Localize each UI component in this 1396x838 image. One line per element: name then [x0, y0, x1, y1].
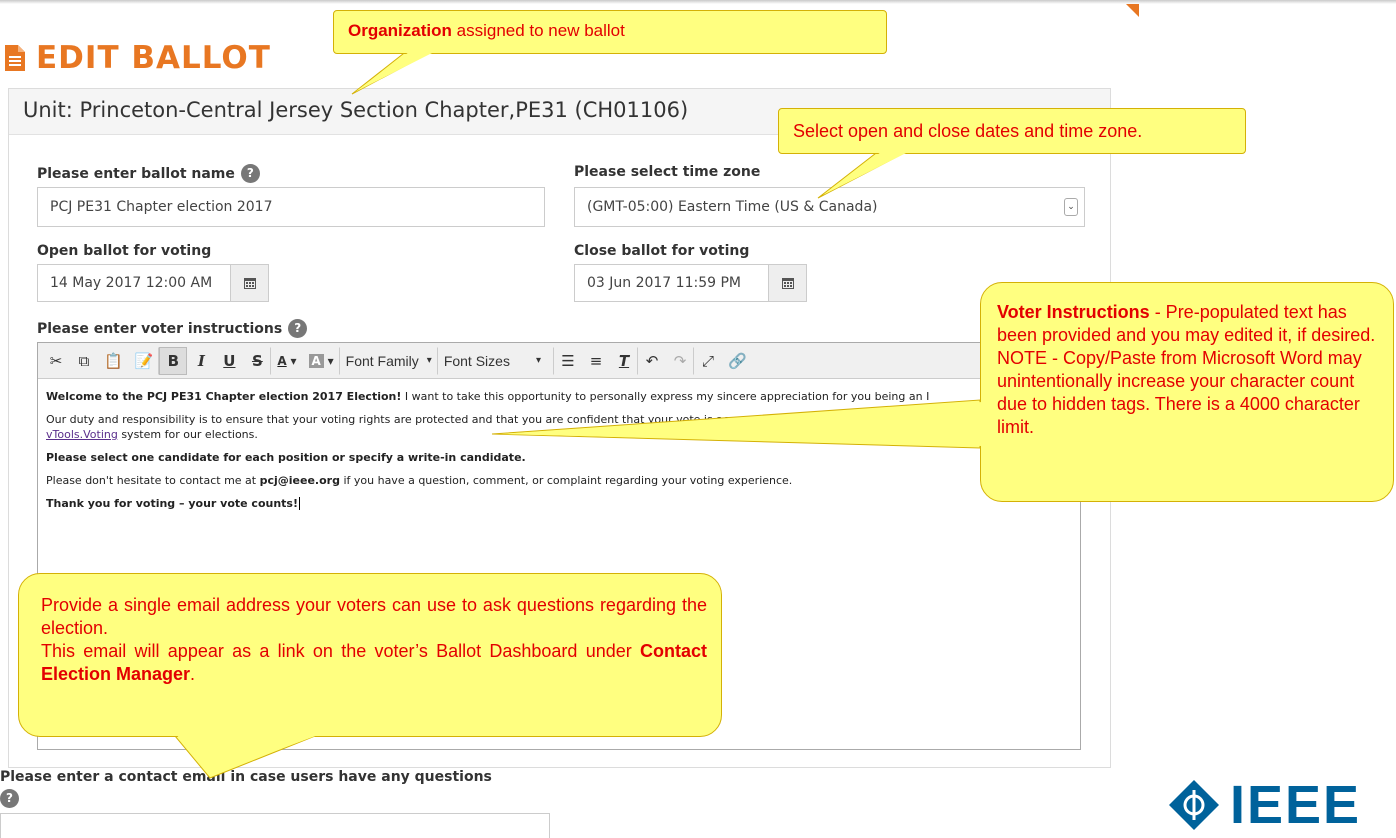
voter-callout: Voter Instructions - Pre-populated text …	[980, 282, 1394, 502]
calendar-icon	[781, 278, 794, 289]
voter-callout-bold: Voter Instructions	[997, 302, 1150, 322]
email-callout-line1: Provide a single email address your vote…	[41, 595, 707, 638]
select-bold: Please select one candidate for each pos…	[46, 451, 526, 464]
undo-icon[interactable]: ↶	[638, 347, 666, 375]
calendar-icon	[243, 278, 256, 289]
page-title-text: EDIT BALLOT	[36, 40, 271, 76]
contact-label-text: Please enter a contact email in case use…	[0, 769, 492, 785]
paste-icon[interactable]: 📋	[98, 347, 129, 375]
timezone-select[interactable]: (GMT-05:00) Eastern Time (US & Canada) ⌄	[574, 187, 1085, 227]
close-calendar-button[interactable]	[769, 264, 807, 302]
document-icon	[4, 44, 26, 72]
welcome-bold: Welcome to the PCJ PE31 Chapter election…	[46, 390, 402, 403]
text-color-button[interactable]: A ▾	[271, 347, 302, 375]
ballot-name-value: PCJ PE31 Chapter election 2017	[50, 199, 273, 215]
background-color-button[interactable]: A ▾	[303, 346, 340, 375]
ieee-logo-text: IEEE	[1230, 775, 1362, 835]
contact-pre: Please don't hesitate to contact me at	[46, 474, 260, 487]
fullscreen-icon[interactable]: ⤢	[694, 347, 722, 375]
ieee-logo: IEEE	[1168, 778, 1361, 832]
vtools-link[interactable]: vTools.Voting	[46, 428, 118, 441]
contact-email: pcj@ieee.org	[259, 474, 340, 487]
thanks-paragraph: Thank you for voting – your vote counts!	[46, 496, 1072, 511]
open-date-label-text: Open ballot for voting	[37, 243, 212, 259]
help-icon[interactable]: ?	[240, 164, 260, 183]
clear-format-icon[interactable]: T	[610, 346, 638, 375]
contact-email-input[interactable]	[0, 813, 550, 838]
duty-paragraph: Our duty and responsibility is to ensure…	[46, 412, 1072, 442]
timezone-label-text: Please select time zone	[574, 164, 761, 180]
help-icon[interactable]: ?	[0, 789, 19, 808]
font-sizes-dropdown[interactable]: Font Sizes ▾	[438, 346, 554, 375]
select-paragraph: Please select one candidate for each pos…	[46, 450, 1072, 465]
contact-post: if you have a question, comment, or comp…	[339, 474, 793, 487]
ballot-name-input[interactable]: PCJ PE31 Chapter election 2017	[37, 187, 545, 227]
contact-paragraph: Please don't hesitate to contact me at p…	[46, 473, 1072, 488]
open-date-label: Open ballot for voting	[37, 243, 211, 259]
email-callout-line2: This email will appear as a link on the …	[41, 641, 640, 661]
thanks-bold: Thank you for voting – your vote counts!	[46, 497, 298, 510]
welcome-rest: I want to take this opportunity to perso…	[401, 390, 930, 403]
help-icon[interactable]: ?	[288, 319, 308, 338]
close-date-label: Close ballot for voting	[574, 243, 749, 259]
paste-word-icon[interactable]: 📝	[129, 346, 160, 375]
email-callout: Provide a single email address your vote…	[18, 573, 722, 737]
italic-button[interactable]: I	[187, 347, 215, 375]
editor-content[interactable]: Welcome to the PCJ PE31 Chapter election…	[38, 379, 1080, 529]
link-icon[interactable]: 🔗	[722, 347, 753, 375]
ballot-name-label-text: Please enter ballot name	[37, 165, 235, 182]
copy-icon[interactable]: ⧉	[70, 347, 98, 375]
ieee-diamond-icon	[1169, 780, 1219, 830]
underline-button[interactable]: U	[215, 347, 243, 375]
numbered-list-icon[interactable]: ≡	[582, 347, 610, 375]
ballot-name-label: Please enter ballot name ?	[37, 164, 260, 183]
page-title: EDIT BALLOT	[4, 40, 271, 76]
cut-icon[interactable]: ✂	[42, 347, 70, 375]
close-date-label-text: Close ballot for voting	[574, 243, 750, 259]
contact-label: Please enter a contact email in case use…	[0, 769, 492, 785]
open-calendar-button[interactable]	[231, 264, 269, 302]
open-date-input[interactable]: 14 May 2017 12:00 AM	[37, 264, 231, 302]
font-sizes-label: Font Sizes	[443, 352, 510, 369]
redo-icon[interactable]: ↷	[666, 346, 694, 375]
close-date-input[interactable]: 03 Jun 2017 11:59 PM	[574, 264, 769, 302]
org-callout-bold: Organization	[348, 21, 452, 40]
close-date-value: 03 Jun 2017 11:59 PM	[587, 275, 741, 291]
corner-mark	[1126, 4, 1139, 17]
font-family-dropdown[interactable]: Font Family ▾	[340, 346, 438, 375]
chevron-down-icon[interactable]: ⌄	[1064, 198, 1078, 216]
editor-toolbar: ✂ ⧉ 📋 📝 B I U S A ▾ A ▾ Font Family ▾ Fon…	[38, 343, 1080, 379]
strikethrough-button[interactable]: S	[243, 346, 272, 375]
instructions-label: Please enter voter instructions ?	[37, 319, 308, 338]
dates-callout: Select open and close dates and time zon…	[778, 108, 1246, 154]
org-callout: Organization assigned to new ballot	[333, 10, 887, 54]
instructions-label-text: Please enter voter instructions	[37, 320, 283, 337]
welcome-paragraph: Welcome to the PCJ PE31 Chapter election…	[46, 389, 1072, 404]
dates-callout-text: Select open and close dates and time zon…	[793, 121, 1143, 141]
bold-button[interactable]: B	[159, 346, 188, 375]
duty-text: Our duty and responsibility is to ensure…	[46, 413, 774, 426]
timezone-value: (GMT-05:00) Eastern Time (US & Canada)	[587, 199, 878, 215]
email-callout-end: .	[190, 664, 196, 684]
bullet-list-icon[interactable]: ☰	[554, 347, 582, 375]
org-callout-text: assigned to new ballot	[451, 21, 625, 40]
duty-tail: system for our elections.	[117, 428, 258, 441]
voter-callout-note: NOTE - Copy/Paste from Microsoft Word ma…	[997, 348, 1362, 437]
font-family-label: Font Family	[345, 352, 419, 369]
open-date-value: 14 May 2017 12:00 AM	[50, 275, 213, 291]
top-shadow	[0, 0, 1396, 4]
timezone-label: Please select time zone	[574, 164, 760, 180]
